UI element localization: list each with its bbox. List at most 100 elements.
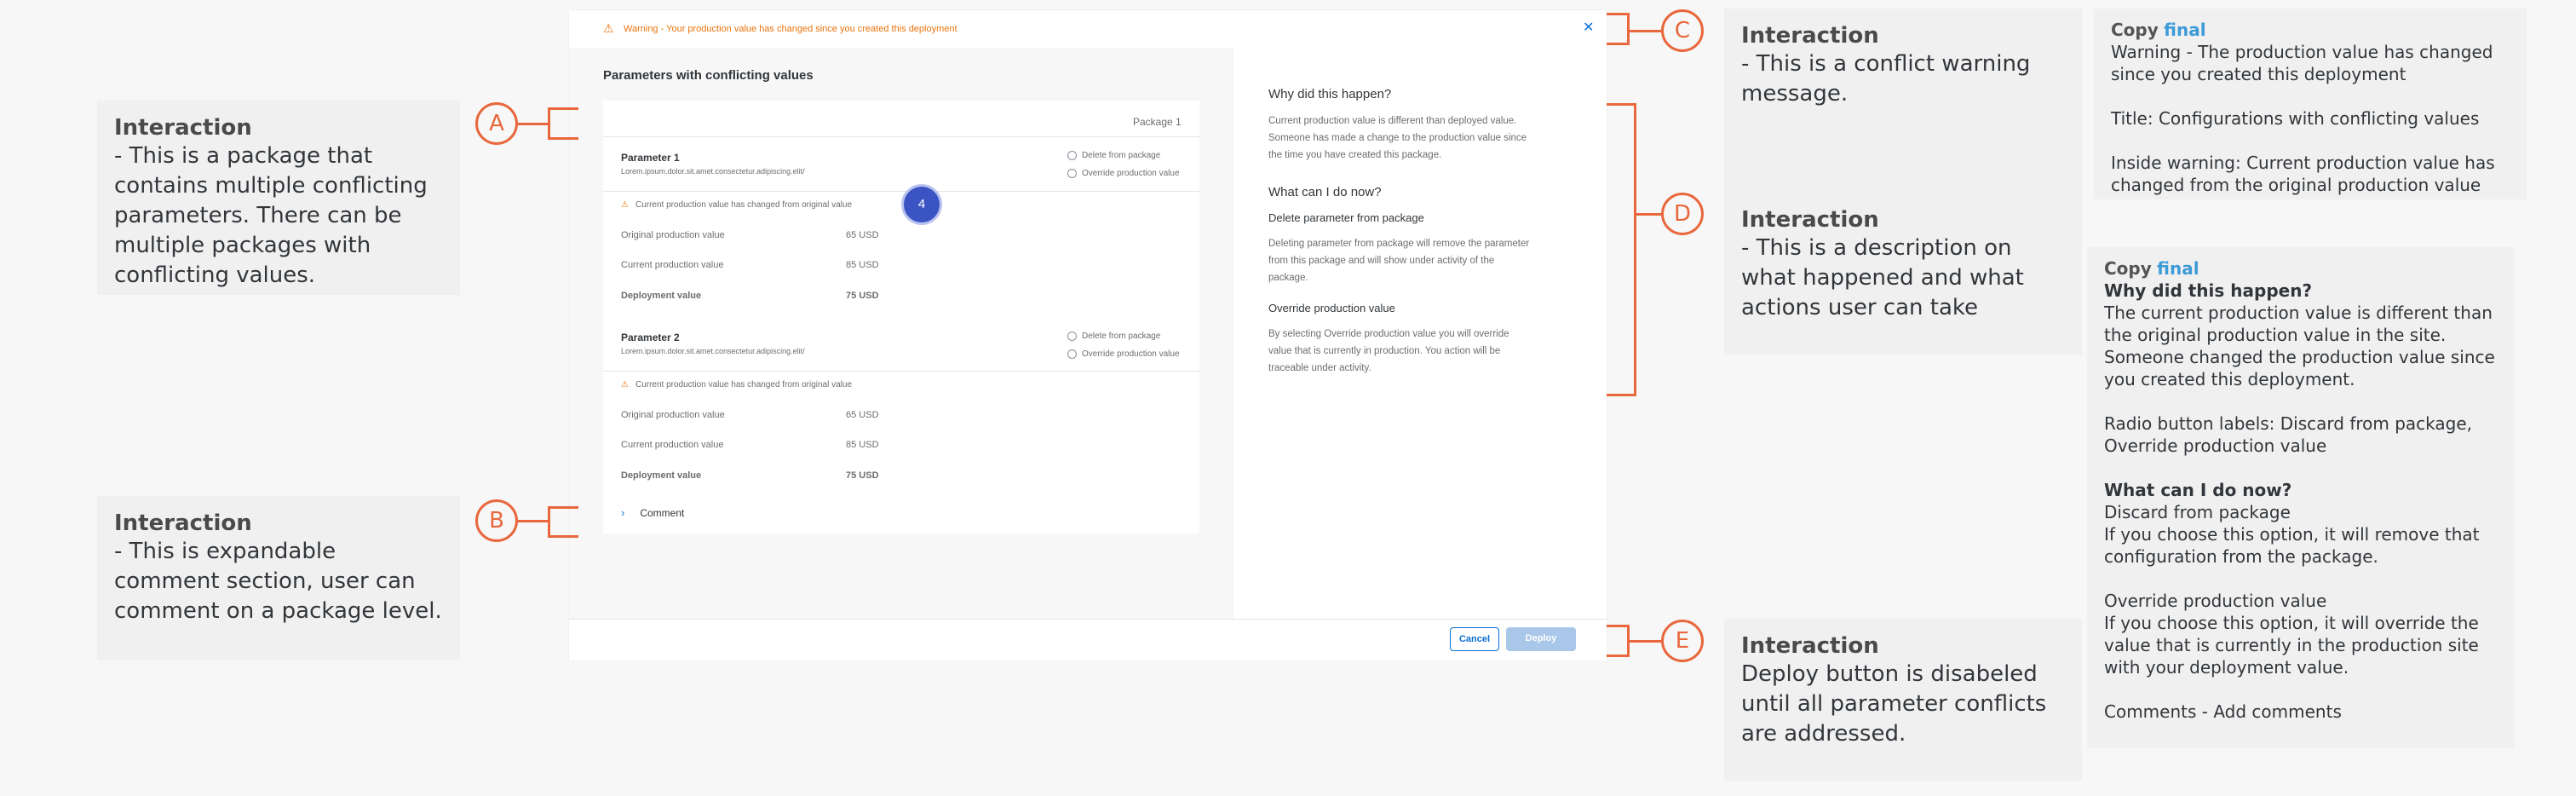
bracket: [1627, 13, 1630, 45]
package-label: Package 1: [1133, 116, 1182, 128]
copy-discard-text: If you choose this option, it will remov…: [2104, 524, 2480, 567]
divider: [603, 371, 1199, 372]
marker-c: C: [1661, 9, 1704, 52]
copy-why-title: Why did this happen?: [2104, 280, 2313, 301]
param-1-row-label: Original production value: [621, 230, 725, 240]
copy-override-title: Override production value: [2104, 591, 2327, 611]
parameter-1-name: Parameter 1: [621, 152, 680, 164]
divider: [603, 136, 1199, 137]
bracket: [1607, 103, 1636, 106]
parameter-1-override-radio[interactable]: Override production value: [1067, 169, 1180, 178]
bracket: [1607, 625, 1630, 627]
copy-why-text: The current production value is differen…: [2104, 303, 2495, 389]
bracket: [548, 506, 550, 538]
copy-final-label: final: [2157, 258, 2199, 279]
bracket: [548, 506, 578, 509]
step-badge: 4: [901, 184, 942, 225]
why-text: Current production value is different th…: [1268, 116, 1527, 160]
package-card: [603, 101, 1199, 534]
bracket: [1634, 103, 1636, 396]
chevron-right-icon: ›: [621, 506, 625, 519]
delete-title: Delete parameter from package: [1268, 211, 1424, 224]
warning-icon: ⚠: [603, 21, 614, 35]
comment-label: Comment: [640, 507, 685, 519]
what-title: What can I do now?: [1268, 185, 1382, 199]
marker-a: A: [475, 102, 518, 145]
copy-line: Warning - The production value has chang…: [2111, 42, 2493, 84]
deploy-button[interactable]: Deploy: [1506, 627, 1576, 651]
param-2-row-label: Current production value: [621, 440, 724, 450]
note-a: Interaction - This is a package that con…: [97, 101, 460, 295]
parameter-1-inline-warning: ⚠ Current production value has changed fr…: [621, 200, 852, 210]
bracket: [548, 107, 550, 140]
connector-line: [518, 123, 550, 125]
parameter-2-override-radio[interactable]: Override production value: [1067, 349, 1180, 359]
radio-label: Delete from package: [1082, 332, 1161, 342]
copy-what-title: What can I do now?: [2104, 480, 2292, 500]
connector-line: [1634, 213, 1661, 216]
note-title: Interaction: [114, 115, 252, 141]
inline-warning-text: Current production value has changed fro…: [635, 380, 853, 389]
connector-line: [1627, 640, 1661, 643]
marker-e: E: [1661, 620, 1704, 662]
copy-head: Copy: [2111, 20, 2159, 40]
connector-line: [1627, 30, 1661, 32]
radio-icon: [1067, 151, 1077, 160]
radio-label: Override production value: [1082, 349, 1180, 360]
radio-icon: [1067, 349, 1077, 359]
radio-icon: [1067, 169, 1077, 178]
note-title: Interaction: [1741, 633, 1879, 659]
bracket: [1607, 13, 1630, 15]
note-d: Interaction - This is a description on w…: [1724, 193, 2082, 355]
parameter-2-description: Lorem.ipsum.dolor.sit.amet.consectetur.a…: [621, 347, 805, 355]
note-c: Interaction - This is a conflict warning…: [1724, 9, 2082, 198]
param-2-row-value: 65 USD: [846, 410, 879, 420]
note-title: Interaction: [1741, 207, 1879, 233]
bracket: [548, 535, 578, 538]
param-2-row-value: 75 USD: [846, 470, 879, 481]
copy-line: Inside warning: Current production value…: [2111, 153, 2495, 195]
parameter-1-delete-radio[interactable]: Delete from package: [1067, 151, 1160, 160]
radio-label: Delete from package: [1082, 151, 1161, 161]
param-1-row-label: Deployment value: [621, 291, 702, 301]
param-2-row-label: Deployment value: [621, 470, 702, 481]
marker-b: B: [475, 499, 518, 542]
radio-label: Override production value: [1082, 169, 1180, 179]
parameter-2-delete-radio[interactable]: Delete from package: [1067, 332, 1160, 341]
bracket: [1607, 655, 1630, 657]
param-2-row-value: 85 USD: [846, 440, 879, 450]
warning-icon: ⚠: [621, 380, 629, 389]
bracket: [548, 137, 578, 140]
parameter-1-description: Lorem.ipsum.dolor.sit.amet.consectetur.a…: [621, 167, 805, 176]
note-text: - This is a conflict warning message.: [1741, 51, 2031, 107]
copy-head: Copy: [2104, 258, 2152, 279]
copy-line: Title: Configurations with conflicting v…: [2111, 108, 2480, 129]
note-text: - This is a package that contains multip…: [114, 143, 428, 288]
copy-override-text: If you choose this option, it will overr…: [2104, 613, 2479, 678]
delete-text: Deleting parameter from package will rem…: [1268, 239, 1530, 283]
cancel-button[interactable]: Cancel: [1450, 627, 1499, 651]
warning-text: Warning - Your production value has chan…: [624, 24, 957, 34]
copy-discard-title: Discard from package: [2104, 502, 2291, 522]
param-1-row-label: Current production value: [621, 260, 724, 270]
override-title: Override production value: [1268, 302, 1395, 314]
bracket: [1607, 43, 1630, 45]
close-icon[interactable]: ✕: [1583, 19, 1594, 36]
note-text: - This is a description on what happened…: [1741, 235, 2024, 320]
note-text: - This is expandable comment section, us…: [114, 539, 442, 624]
parameter-2-name: Parameter 2: [621, 332, 680, 343]
copy-comments: Comments - Add comments: [2104, 701, 2342, 722]
note-title: Interaction: [114, 510, 252, 536]
override-text: By selecting Override production value y…: [1268, 329, 1509, 373]
note-e: Interaction Deploy button is disabeled u…: [1724, 619, 2082, 781]
param-1-row-value: 85 USD: [846, 260, 879, 270]
param-1-row-value: 75 USD: [846, 291, 879, 301]
radio-icon: [1067, 332, 1077, 341]
bracket: [1607, 394, 1636, 396]
note-title: Interaction: [1741, 23, 1879, 49]
warning-message-strip: ⚠ Warning - Your production value has ch…: [569, 10, 1607, 49]
bracket: [548, 107, 578, 110]
bracket: [1627, 625, 1630, 657]
param-2-row-label: Original production value: [621, 410, 725, 420]
comment-expander[interactable]: › Comment: [621, 506, 684, 519]
